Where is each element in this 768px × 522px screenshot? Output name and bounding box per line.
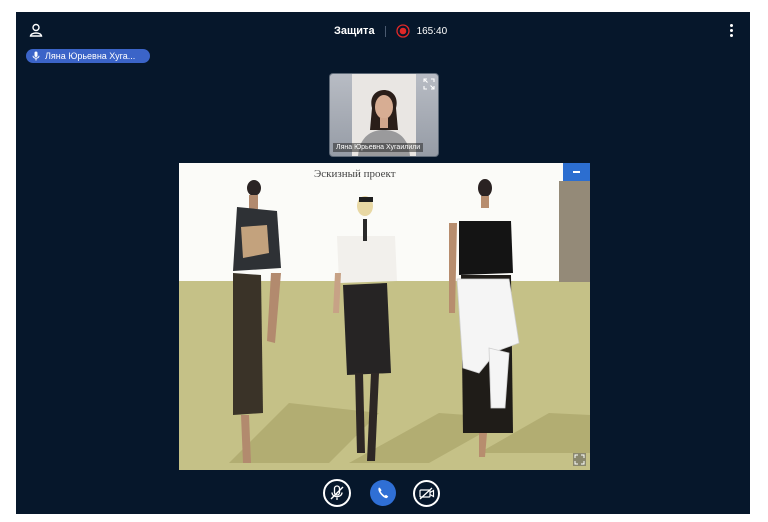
mute-microphone-button[interactable] (323, 479, 351, 507)
shared-screen[interactable]: Эскизный проект (179, 163, 590, 470)
call-controls (323, 476, 443, 510)
camera-off-icon (419, 487, 435, 500)
microphone-off-icon (330, 485, 344, 500)
divider (384, 25, 386, 37)
participant-name-label: Ляна Юрьевна Хугаилили (333, 143, 424, 152)
fullscreen-icon[interactable] (573, 453, 586, 466)
meeting-status: Защита 165:40 (334, 22, 447, 40)
toggle-camera-button[interactable] (413, 480, 440, 507)
end-call-button[interactable] (370, 480, 396, 506)
more-options-icon[interactable] (730, 24, 734, 38)
participants-icon[interactable] (28, 22, 44, 38)
active-speaker-name: Ляна Юрьевна Хуга... (45, 51, 136, 61)
phone-icon (378, 487, 389, 499)
minimize-button[interactable] (563, 163, 590, 181)
active-speaker-badge: Ляна Юрьевна Хуга... (26, 49, 150, 63)
fashion-sketch-illustration (229, 179, 590, 463)
recording-timer: 165:40 (416, 25, 448, 37)
expand-icon[interactable] (423, 77, 435, 90)
microphone-icon (31, 51, 41, 61)
top-bar: Защита 165:40 (16, 12, 750, 48)
conference-window: Защита 165:40 Ляна Юрьевна Хуга... Ляна … (16, 12, 750, 514)
record-icon (395, 24, 410, 38)
meeting-title: Защита (334, 25, 375, 37)
participant-video-thumbnail[interactable]: Ляна Юрьевна Хугаилили (330, 74, 438, 156)
